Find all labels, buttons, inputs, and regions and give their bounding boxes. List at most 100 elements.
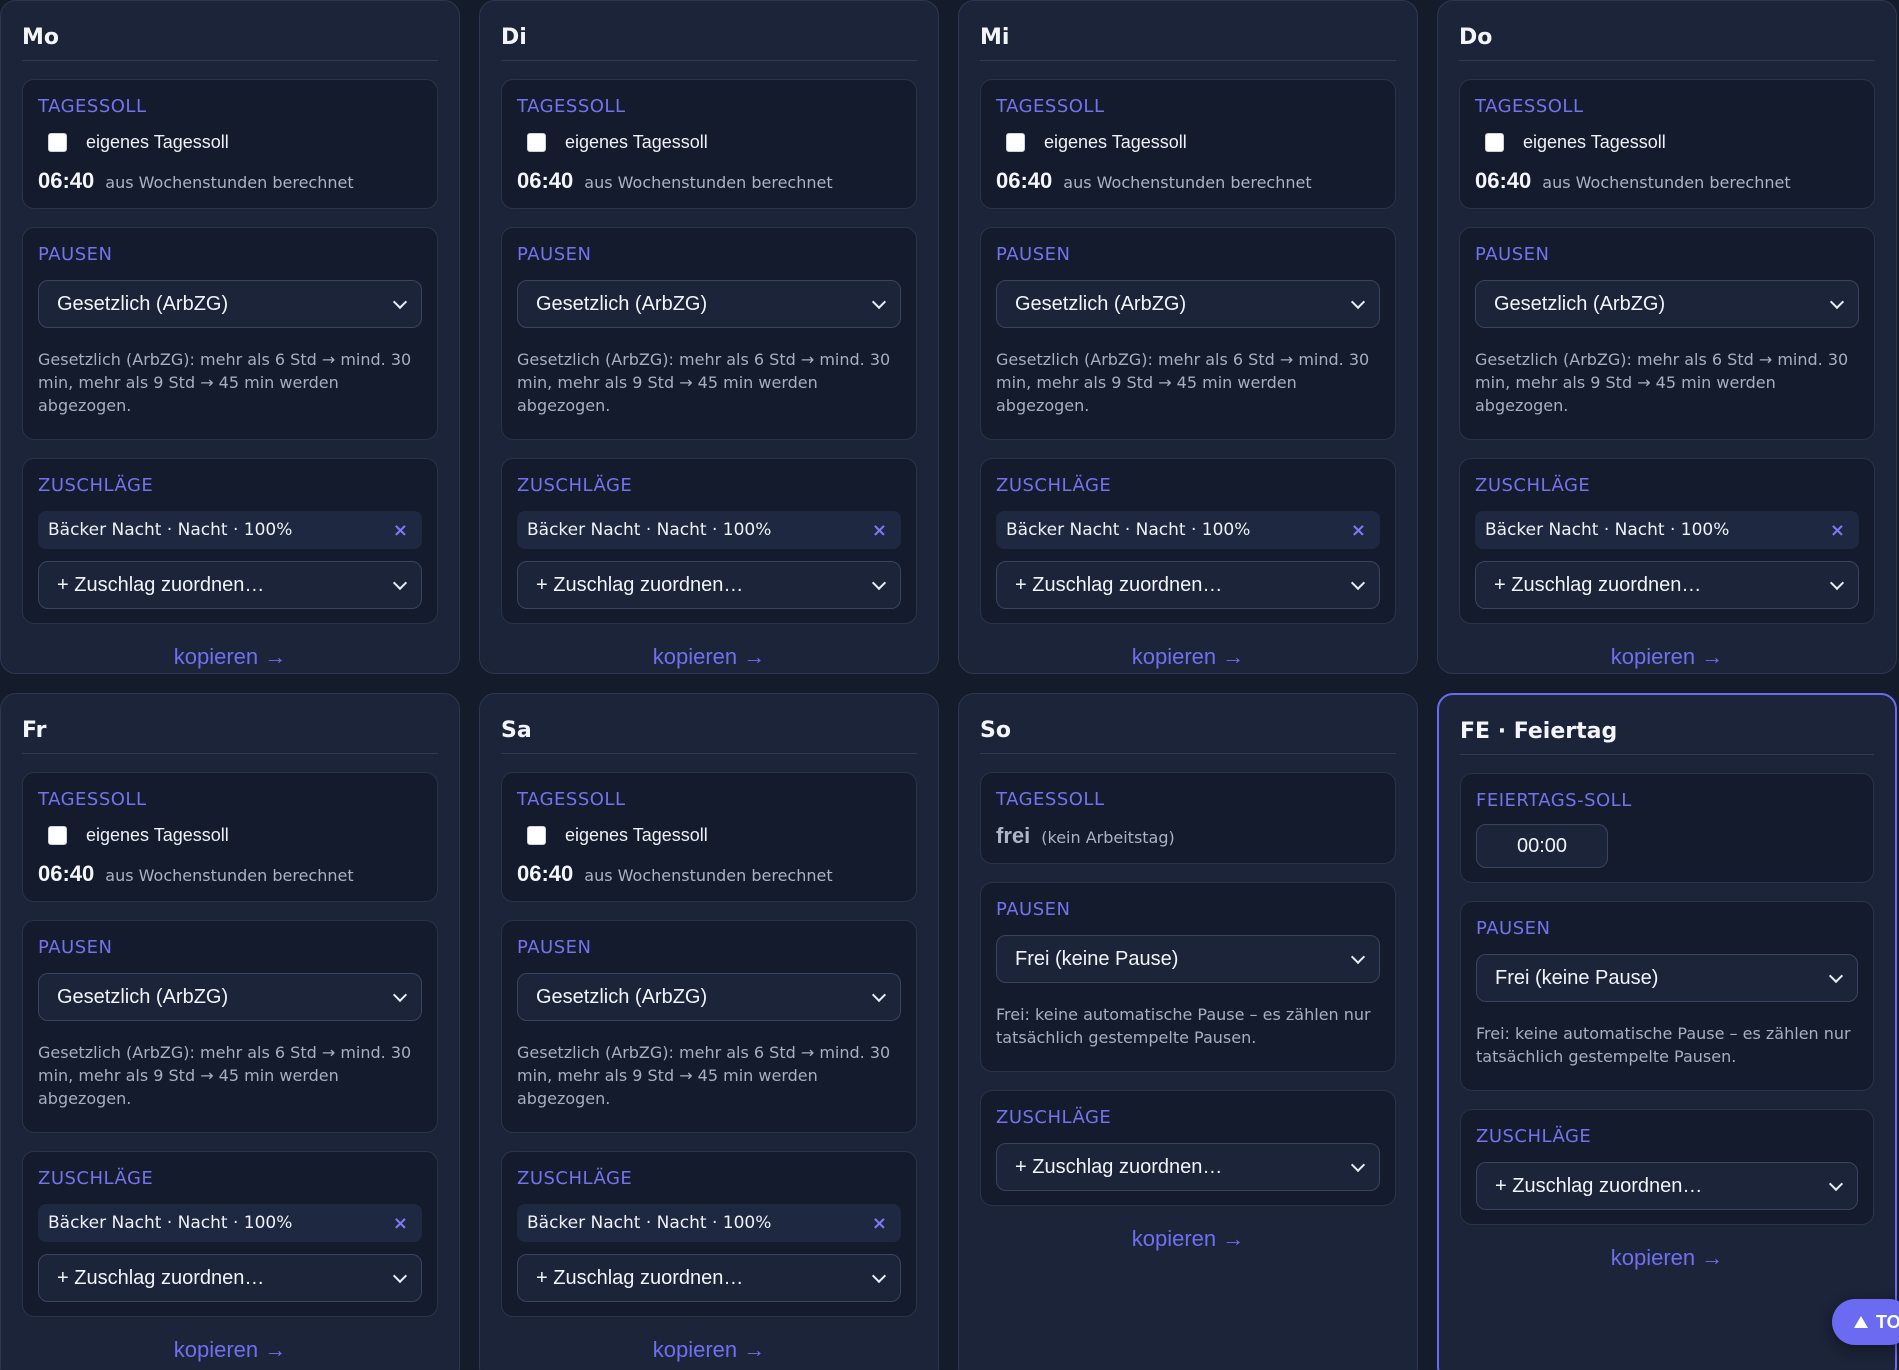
chevron-down-icon bbox=[871, 987, 887, 1002]
select-value: Gesetzlich (ArbZG) bbox=[57, 985, 229, 1008]
pause-hint: Gesetzlich (ArbZG): mehr als 6 Std → min… bbox=[517, 1043, 891, 1108]
chevron-down-icon bbox=[871, 294, 887, 309]
pause-hint: Gesetzlich (ArbZG): mehr als 6 Std → min… bbox=[38, 350, 412, 415]
surcharge-chip: Bäcker Nacht · Nacht · 100% × bbox=[38, 1204, 422, 1242]
add-surcharge-select[interactable]: + Zuschlag zuordnen… bbox=[38, 1254, 422, 1302]
day-card-feiertag: FE · Feiertag FEIERTAGS-SOLL 00:00 PAUSE… bbox=[1437, 693, 1897, 1370]
select-value: + Zuschlag zuordnen… bbox=[57, 573, 265, 596]
chevron-down-icon bbox=[1350, 575, 1366, 590]
pause-mode-select[interactable]: Gesetzlich (ArbZG) bbox=[996, 280, 1380, 328]
add-surcharge-select[interactable]: + Zuschlag zuordnen… bbox=[996, 1143, 1380, 1191]
tagessoll-section: TAGESSOLL eigenes Tagessoll 06:40 aus Wo… bbox=[501, 79, 917, 209]
copy-link[interactable]: kopieren → bbox=[22, 644, 438, 684]
tagessoll-section: TAGESSOLL eigenes Tagessoll 06:40 aus Wo… bbox=[22, 772, 438, 902]
add-surcharge-select[interactable]: + Zuschlag zuordnen… bbox=[996, 561, 1380, 609]
close-icon[interactable]: × bbox=[872, 520, 887, 541]
eigenes-tagessoll-checkbox[interactable] bbox=[1485, 132, 1504, 152]
section-label: TAGESSOLL bbox=[517, 789, 626, 810]
eigenes-tagessoll-checkbox[interactable] bbox=[527, 825, 546, 845]
eigenes-tagessoll-row[interactable]: eigenes Tagessoll bbox=[996, 130, 1380, 154]
top-button-label: TO bbox=[1876, 1311, 1899, 1332]
copy-link[interactable]: kopieren → bbox=[1459, 644, 1875, 684]
pause-hint: Gesetzlich (ArbZG): mehr als 6 Std → min… bbox=[996, 350, 1370, 415]
section-label: PAUSEN bbox=[517, 937, 592, 958]
eigenes-tagessoll-row[interactable]: eigenes Tagessoll bbox=[38, 130, 422, 154]
pause-mode-select[interactable]: Gesetzlich (ArbZG) bbox=[517, 973, 901, 1021]
checkbox-label: eigenes Tagessoll bbox=[565, 131, 708, 152]
eigenes-tagessoll-row[interactable]: eigenes Tagessoll bbox=[517, 823, 901, 847]
chip-label: Bäcker Nacht · Nacht · 100% bbox=[48, 520, 293, 540]
close-icon[interactable]: × bbox=[1830, 520, 1845, 541]
zuschlaege-section: ZUSCHLÄGE Bäcker Nacht · Nacht · 100% × … bbox=[501, 1151, 917, 1317]
close-icon[interactable]: × bbox=[393, 1213, 408, 1234]
chevron-down-icon bbox=[1828, 1176, 1844, 1191]
weekday-settings-grid: Mo TAGESSOLL eigenes Tagessoll 06:40 aus… bbox=[0, 0, 1899, 1370]
pause-mode-select[interactable]: Gesetzlich (ArbZG) bbox=[38, 973, 422, 1021]
select-value: + Zuschlag zuordnen… bbox=[1495, 1174, 1703, 1197]
zuschlaege-section: ZUSCHLÄGE + Zuschlag zuordnen… bbox=[1460, 1109, 1874, 1225]
pause-mode-select[interactable]: Gesetzlich (ArbZG) bbox=[517, 280, 901, 328]
soll-value: 06:40 bbox=[996, 168, 1053, 193]
chevron-down-icon bbox=[392, 1268, 408, 1283]
eigenes-tagessoll-checkbox[interactable] bbox=[48, 132, 67, 152]
select-value: + Zuschlag zuordnen… bbox=[536, 1266, 744, 1289]
section-label: TAGESSOLL bbox=[996, 789, 1105, 810]
soll-value: 06:40 bbox=[1475, 168, 1532, 193]
soll-row: 06:40 aus Wochenstunden berechnet bbox=[996, 168, 1380, 194]
pause-mode-select[interactable]: Frei (keine Pause) bbox=[1476, 954, 1858, 1002]
pause-mode-select[interactable]: Frei (keine Pause) bbox=[996, 935, 1380, 983]
eigenes-tagessoll-checkbox[interactable] bbox=[1006, 132, 1025, 152]
soll-note: (kein Arbeitstag) bbox=[1041, 828, 1175, 847]
add-surcharge-select[interactable]: + Zuschlag zuordnen… bbox=[1476, 1162, 1858, 1210]
chip-label: Bäcker Nacht · Nacht · 100% bbox=[1006, 520, 1251, 540]
copy-link[interactable]: kopieren → bbox=[980, 1226, 1396, 1266]
select-value: Frei (keine Pause) bbox=[1015, 947, 1179, 970]
tagessoll-section: TAGESSOLL frei (kein Arbeitstag) bbox=[980, 772, 1396, 864]
soll-value: frei bbox=[996, 823, 1031, 848]
soll-note: aus Wochenstunden berechnet bbox=[1542, 173, 1791, 192]
feiertagssoll-time-input[interactable]: 00:00 bbox=[1476, 824, 1608, 868]
pause-mode-select[interactable]: Gesetzlich (ArbZG) bbox=[1475, 280, 1859, 328]
select-value: + Zuschlag zuordnen… bbox=[57, 1266, 265, 1289]
add-surcharge-select[interactable]: + Zuschlag zuordnen… bbox=[517, 561, 901, 609]
section-label: FEIERTAGS-SOLL bbox=[1476, 790, 1632, 811]
soll-value: 06:40 bbox=[517, 168, 574, 193]
eigenes-tagessoll-row[interactable]: eigenes Tagessoll bbox=[1475, 130, 1859, 154]
add-surcharge-select[interactable]: + Zuschlag zuordnen… bbox=[38, 561, 422, 609]
eigenes-tagessoll-checkbox[interactable] bbox=[48, 825, 67, 845]
select-value: Gesetzlich (ArbZG) bbox=[536, 985, 708, 1008]
eigenes-tagessoll-checkbox[interactable] bbox=[527, 132, 546, 152]
soll-row: 06:40 aus Wochenstunden berechnet bbox=[517, 168, 901, 194]
pause-mode-select[interactable]: Gesetzlich (ArbZG) bbox=[38, 280, 422, 328]
surcharge-chip: Bäcker Nacht · Nacht · 100% × bbox=[38, 511, 422, 549]
zuschlaege-section: ZUSCHLÄGE Bäcker Nacht · Nacht · 100% × … bbox=[501, 458, 917, 624]
soll-row: 06:40 aus Wochenstunden berechnet bbox=[38, 861, 422, 887]
add-surcharge-select[interactable]: + Zuschlag zuordnen… bbox=[517, 1254, 901, 1302]
pausen-section: PAUSEN Gesetzlich (ArbZG) Gesetzlich (Ar… bbox=[501, 920, 917, 1133]
close-icon[interactable]: × bbox=[1351, 520, 1366, 541]
day-title: Fr bbox=[22, 694, 438, 754]
close-icon[interactable]: × bbox=[393, 520, 408, 541]
copy-link[interactable]: kopieren → bbox=[980, 644, 1396, 684]
copy-link[interactable]: kopieren → bbox=[22, 1337, 438, 1370]
close-icon[interactable]: × bbox=[872, 1213, 887, 1234]
soll-note: aus Wochenstunden berechnet bbox=[105, 866, 354, 885]
eigenes-tagessoll-row[interactable]: eigenes Tagessoll bbox=[517, 130, 901, 154]
section-label: ZUSCHLÄGE bbox=[1475, 475, 1591, 496]
soll-note: aus Wochenstunden berechnet bbox=[584, 173, 833, 192]
eigenes-tagessoll-row[interactable]: eigenes Tagessoll bbox=[38, 823, 422, 847]
copy-link[interactable]: kopieren → bbox=[501, 644, 917, 684]
day-card-mi: Mi TAGESSOLL eigenes Tagessoll 06:40 aus… bbox=[958, 0, 1418, 674]
chevron-down-icon bbox=[1828, 968, 1844, 983]
scroll-to-top-button[interactable]: TO bbox=[1832, 1299, 1899, 1345]
copy-link[interactable]: kopieren → bbox=[1460, 1245, 1874, 1285]
pausen-section: PAUSEN Gesetzlich (ArbZG) Gesetzlich (Ar… bbox=[980, 227, 1396, 440]
day-card-sa: Sa TAGESSOLL eigenes Tagessoll 06:40 aus… bbox=[479, 693, 939, 1370]
chip-label: Bäcker Nacht · Nacht · 100% bbox=[527, 1213, 772, 1233]
chevron-down-icon bbox=[871, 1268, 887, 1283]
add-surcharge-select[interactable]: + Zuschlag zuordnen… bbox=[1475, 561, 1859, 609]
copy-link[interactable]: kopieren → bbox=[501, 1337, 917, 1370]
select-value: + Zuschlag zuordnen… bbox=[1015, 1155, 1223, 1178]
chip-label: Bäcker Nacht · Nacht · 100% bbox=[1485, 520, 1730, 540]
select-value: + Zuschlag zuordnen… bbox=[1494, 573, 1702, 596]
